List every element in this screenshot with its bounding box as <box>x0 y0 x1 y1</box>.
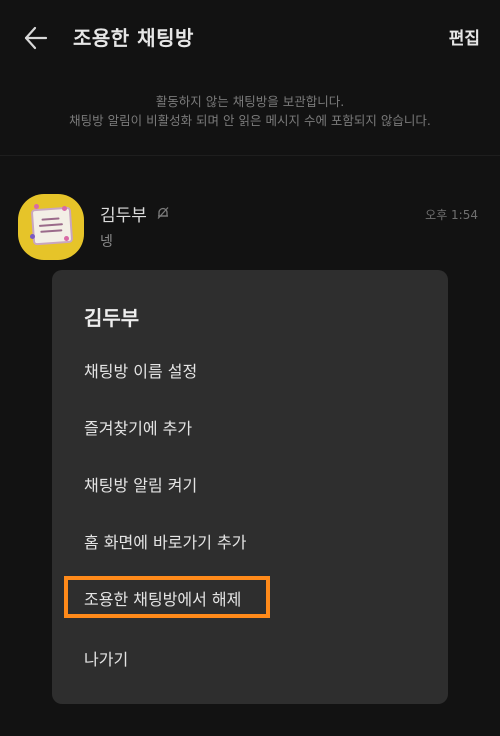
context-menu: 김두부 채팅방 이름 설정 즐겨찾기에 추가 채팅방 알림 켜기 홈 화면에 바… <box>52 270 448 704</box>
menu-item-add-favorite[interactable]: 즐겨찾기에 추가 <box>84 415 192 439</box>
chat-list-item[interactable]: 김두부 오후 1:54 넹 <box>0 178 500 278</box>
info-text: 활동하지 않는 채팅방을 보관합니다. 채팅방 알림이 비활성화 되며 안 읽은… <box>0 92 500 130</box>
info-line-2: 채팅방 알림이 비활성화 되며 안 읽은 메시지 수에 포함되지 않습니다. <box>69 113 431 128</box>
menu-item-remove-quiet[interactable]: 조용한 채팅방에서 해제 <box>84 586 241 610</box>
edit-button[interactable]: 편집 <box>449 24 480 49</box>
menu-item-home-shortcut[interactable]: 홈 화면에 바로가기 추가 <box>84 529 246 553</box>
avatar <box>18 194 84 260</box>
bell-off-icon <box>157 207 169 219</box>
back-button[interactable] <box>18 20 54 56</box>
arrow-left-icon <box>24 26 48 50</box>
menu-item-leave[interactable]: 나가기 <box>84 646 128 670</box>
divider <box>0 155 500 156</box>
menu-item-rename[interactable]: 채팅방 이름 설정 <box>84 358 197 382</box>
top-bar: 조용한 채팅방 편집 <box>0 0 500 72</box>
page-title: 조용한 채팅방 <box>73 26 194 50</box>
quiet-chat-screen: 조용한 채팅방 편집 활동하지 않는 채팅방을 보관합니다. 채팅방 알림이 비… <box>0 0 500 736</box>
chat-name: 김두부 <box>100 206 147 226</box>
menu-item-notifications-on[interactable]: 채팅방 알림 켜기 <box>84 472 197 496</box>
context-menu-title: 김두부 <box>84 306 140 330</box>
chat-time: 오후 1:54 <box>425 208 478 222</box>
info-line-1: 활동하지 않는 채팅방을 보관합니다. <box>155 94 345 109</box>
chat-preview: 넹 <box>100 234 113 250</box>
